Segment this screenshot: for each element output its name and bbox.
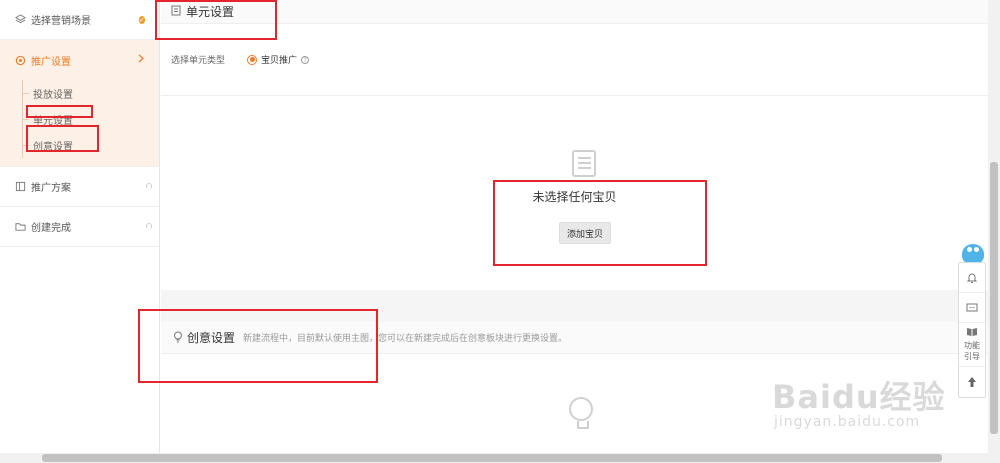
sidebar: 选择营销场景 ✓ 推广设置 投放设置 单元设置 创意设置 推广方案 创建完成 — [0, 0, 160, 453]
plan-icon — [14, 181, 26, 193]
lightbulb-icon — [173, 328, 183, 347]
sidebar-item-promotion-settings[interactable]: 推广设置 — [0, 40, 159, 80]
unit-type-label: 选择单元类型 — [171, 56, 226, 66]
unit-type-row: 选择单元类型 宝贝推广 ? — [161, 24, 988, 96]
watermark-brand: Baidu经验 — [772, 378, 946, 416]
lightbulb-icon — [569, 397, 593, 429]
book-icon — [966, 327, 978, 340]
vertical-scrollbar[interactable] — [988, 0, 1000, 453]
radio-product-promotion[interactable] — [247, 54, 258, 65]
unit-settings-card: 单元设置 选择单元类型 宝贝推广 ? 未选择任何宝贝 添加宝贝 — [161, 0, 988, 290]
guide-label-line2: 引导 — [964, 352, 980, 361]
sidebar-group-promotion: 推广设置 投放设置 单元设置 创意设置 — [0, 40, 159, 167]
sidebar-item-marketing-scene[interactable]: 选择营销场景 ✓ — [0, 0, 159, 40]
sidebar-item-label: 推广方案 — [31, 183, 71, 194]
unit-settings-header: 单元设置 — [161, 0, 988, 24]
sidebar-item-creation-complete[interactable]: 创建完成 — [0, 207, 159, 247]
sidebar-subitem-unit-settings[interactable]: 单元设置 — [0, 106, 159, 132]
sidebar-item-label: 选择营销场景 — [31, 16, 91, 27]
sidebar-item-promotion-plan[interactable]: 推广方案 — [0, 167, 159, 207]
settings-icon — [14, 54, 26, 66]
vertical-scroll-thumb[interactable] — [990, 162, 998, 434]
section-title: 创意设置 — [187, 331, 236, 345]
feature-guide-button[interactable]: 功能 引导 — [959, 323, 985, 367]
list-icon — [572, 150, 596, 177]
creative-settings-header: 创意设置 新建流程中，目前默认使用主图，您可以在新建完成后在创意板块进行更换设置… — [161, 322, 988, 354]
mascot-icon[interactable] — [962, 244, 984, 264]
section-description: 新建流程中，目前默认使用主图，您可以在新建完成后在创意板块进行更换设置。 — [243, 334, 568, 344]
sidebar-subitem-creative-settings[interactable]: 创意设置 — [0, 132, 159, 158]
guide-label-line1: 功能 — [964, 341, 980, 350]
sidebar-item-label: 创建完成 — [31, 223, 71, 234]
back-to-top-icon[interactable] — [959, 367, 985, 397]
chevron-right-icon — [138, 54, 145, 66]
bell-icon[interactable] — [959, 263, 985, 293]
sidebar-item-label: 推广设置 — [31, 56, 71, 68]
section-title: 单元设置 — [186, 5, 235, 19]
folder-icon — [14, 221, 26, 233]
empty-state: 未选择任何宝贝 添加宝贝 — [161, 96, 988, 289]
watermark-url: jingyan.baidu.com — [774, 414, 921, 430]
watermark: Baidu经验 jingyan.baidu.com — [772, 372, 946, 430]
floating-toolbar: 功能 引导 — [958, 262, 986, 398]
horizontal-scroll-thumb[interactable] — [42, 454, 942, 462]
chat-icon[interactable] — [959, 293, 985, 323]
layers-icon — [14, 14, 26, 26]
horizontal-scrollbar[interactable] — [0, 453, 1000, 463]
help-icon[interactable]: ? — [301, 55, 310, 64]
document-icon — [171, 5, 181, 19]
add-product-button[interactable]: 添加宝贝 — [559, 222, 611, 244]
radio-label[interactable]: 宝贝推广 — [261, 53, 297, 66]
sidebar-subitem-delivery-settings[interactable]: 投放设置 — [0, 80, 159, 106]
check-icon: ✓ — [139, 15, 145, 24]
empty-text: 未选择任何宝贝 — [532, 190, 617, 204]
